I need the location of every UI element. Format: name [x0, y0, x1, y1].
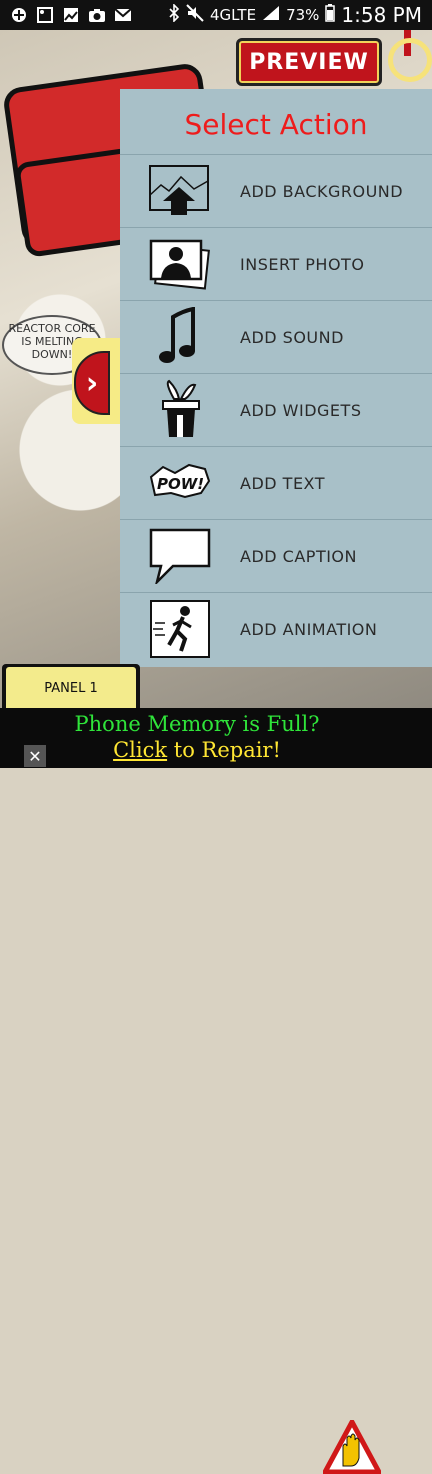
menu-item-label: INSERT PHOTO [240, 254, 365, 274]
warning-hand-icon [323, 1420, 381, 1474]
gallery-icon [62, 7, 80, 23]
magic-hat-icon [149, 379, 211, 439]
ad-banner[interactable]: Phone Memory is Full? Click to Repair! [0, 708, 432, 1474]
network-type: 4GLTE [209, 6, 257, 24]
speech-bubble-icon [149, 527, 211, 585]
panel-tab-label: PANEL 1 [6, 667, 136, 710]
background-upload-icon [149, 162, 211, 220]
camera-icon [88, 7, 106, 23]
running-man-icon [149, 600, 211, 658]
menu-item-label: ADD WIDGETS [240, 400, 362, 420]
menu-item-label: ADD SOUND [240, 327, 344, 347]
menu-item-label: ADD BACKGROUND [240, 181, 404, 201]
music-note-icon [149, 307, 211, 366]
add-icon [10, 7, 28, 23]
ad-line-2-rest: to Repair! [167, 738, 281, 762]
mute-icon [186, 4, 204, 26]
settings-ring-icon[interactable] [388, 38, 432, 82]
menu-item-add-animation[interactable]: ADD ANIMATION [120, 592, 432, 665]
status-bar: 4GLTE 73% 1:58 PM [0, 0, 432, 30]
ad-close-button[interactable]: ✕ [24, 745, 46, 767]
signal-icon [262, 5, 280, 25]
image-icon [36, 7, 54, 23]
menu-title: Select Action [184, 107, 368, 141]
menu-item-add-text[interactable]: POW! ADD TEXT [120, 446, 432, 519]
battery-level: 73% [286, 6, 320, 24]
side-drawer-tab[interactable]: › [72, 338, 120, 424]
menu-item-insert-photo[interactable]: INSERT PHOTO [120, 227, 432, 300]
ad-line-2: Click to Repair! [52, 737, 342, 763]
ad-text[interactable]: Phone Memory is Full? Click to Repair! [52, 711, 342, 763]
menu-item-add-caption[interactable]: ADD CAPTION [120, 519, 432, 592]
svg-text:POW!: POW! [157, 475, 204, 493]
menu-item-label: ADD ANIMATION [240, 619, 378, 639]
preview-button[interactable]: PREVIEW [236, 38, 382, 86]
select-action-menu: Select Action ADD BACKGROUND INSERT PHOT… [120, 89, 432, 667]
menu-item-add-background[interactable]: ADD BACKGROUND [120, 154, 432, 227]
menu-item-label: ADD TEXT [240, 473, 326, 493]
battery-icon [325, 4, 336, 26]
clock: 1:58 PM [341, 3, 422, 27]
mail-icon [114, 7, 132, 23]
ad-line-1: Phone Memory is Full? [74, 712, 320, 736]
menu-item-add-widgets[interactable]: ADD WIDGETS [120, 373, 432, 446]
menu-item-add-sound[interactable]: ADD SOUND [120, 300, 432, 373]
menu-item-label: ADD CAPTION [240, 546, 357, 566]
ad-click-link[interactable]: Click [113, 738, 167, 762]
pow-text-icon: POW! [149, 454, 211, 512]
chevron-right-icon[interactable]: › [74, 351, 110, 415]
panel-tab[interactable]: PANEL 1 [2, 664, 140, 710]
bluetooth-icon [168, 3, 180, 26]
photo-icon [149, 235, 211, 293]
